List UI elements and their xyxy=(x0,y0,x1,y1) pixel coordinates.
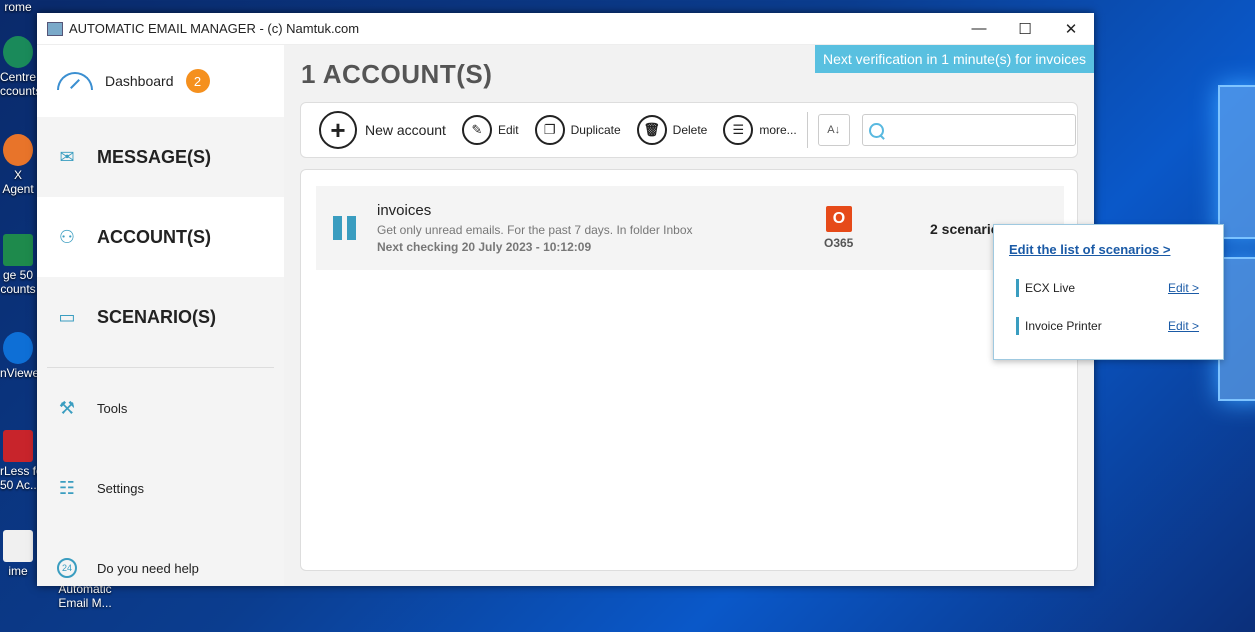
copy-icon: ❐ xyxy=(534,115,565,145)
scenario-edit-link[interactable]: Edit > xyxy=(1168,319,1199,333)
users-icon: ⚇ xyxy=(58,226,76,247)
toolbar-divider xyxy=(806,112,808,148)
account-description: Get only unread emails. For the past 7 d… xyxy=(377,223,693,237)
sidebar-item-tools[interactable]: ⚒ Tools xyxy=(37,368,284,448)
main-panel: Next verification in 1 minute(s) for inv… xyxy=(284,45,1094,586)
window-title: AUTOMATIC EMAIL MANAGER - (c) Namtuk.com xyxy=(69,21,360,36)
envelope-icon: ✉ xyxy=(59,146,75,167)
edit-scenarios-link[interactable]: Edit the list of scenarios > xyxy=(1009,242,1170,257)
sidebar-item-messages[interactable]: ✉ MESSAGE(S) xyxy=(37,117,284,197)
app-window: AUTOMATIC EMAIL MANAGER - (c) Namtuk.com… xyxy=(37,13,1094,586)
teamviewer-icon xyxy=(3,332,33,364)
sort-az-icon[interactable]: A↓ xyxy=(817,114,850,146)
calculator-icon xyxy=(3,234,33,266)
pencil-icon: ✎ xyxy=(461,115,492,145)
desktop-icon-chrome[interactable]: rome xyxy=(0,0,36,14)
account-name: invoices xyxy=(377,202,432,219)
delete-label: Delete xyxy=(672,123,708,137)
accounts-list: invoices Get only unread emails. For the… xyxy=(300,169,1078,571)
delete-button[interactable]: 🗑 Delete xyxy=(636,115,708,145)
support-24-icon: 24 xyxy=(57,558,77,578)
agent-icon xyxy=(3,134,33,166)
toolbar: + New account ✎ Edit ❐ Duplicate 🗑 Delet… xyxy=(300,102,1078,158)
more-button[interactable]: ☰ more... xyxy=(723,115,797,145)
scenarios-popup: Edit the list of scenarios > ECX Live Ed… xyxy=(993,224,1224,360)
paperless-icon xyxy=(3,430,33,462)
tools-icon: ⚒ xyxy=(58,397,76,418)
gauge-icon xyxy=(57,72,93,90)
edit-button[interactable]: ✎ Edit xyxy=(461,115,519,145)
search-box[interactable] xyxy=(861,114,1076,146)
maximize-button[interactable]: ☐ xyxy=(1002,13,1048,44)
help-label: Do you need help xyxy=(97,560,199,576)
desktop-icon-label: ime xyxy=(8,564,28,578)
desktop-icon-agent[interactable]: X Agent xyxy=(0,134,36,196)
account-row[interactable]: invoices Get only unread emails. For the… xyxy=(316,186,1064,270)
desktop-icon-label: ge 50 counts xyxy=(0,268,36,296)
trash-icon: 🗑 xyxy=(636,115,667,145)
sidebar-item-scenarios[interactable]: ▭ SCENARIO(S) xyxy=(37,277,284,357)
search-input[interactable] xyxy=(893,121,1075,139)
sidebar-item-settings[interactable]: ☷ Settings xyxy=(37,448,284,528)
account-next-check: Next checking 20 July 2023 - 10:12:09 xyxy=(377,240,592,254)
duplicate-label: Duplicate xyxy=(570,123,621,137)
tools-label: Tools xyxy=(97,400,128,416)
desktop-icon-label: rome xyxy=(4,0,32,14)
sidebar-item-dashboard[interactable]: Dashboard 2 xyxy=(37,45,284,117)
messages-label: MESSAGE(S) xyxy=(97,146,212,167)
desktop-icon-paperless[interactable]: rLess fo 50 Ac... xyxy=(0,430,43,492)
settings-label: Settings xyxy=(97,480,144,496)
duplicate-button[interactable]: ❐ Duplicate xyxy=(534,115,621,145)
scenario-item: Invoice Printer xyxy=(1016,317,1102,335)
page-title: 1 ACCOUNT(S) xyxy=(301,59,493,89)
list-icon: ☰ xyxy=(723,115,754,145)
sidebar-item-accounts[interactable]: ⚇ ACCOUNT(S) xyxy=(37,197,284,277)
desktop-icon-excel[interactable]: ime xyxy=(0,530,36,578)
app-icon xyxy=(47,21,63,36)
dashboard-label: Dashboard xyxy=(105,73,174,89)
verification-banner: Next verification in 1 minute(s) for inv… xyxy=(815,45,1094,73)
notification-badge: 2 xyxy=(185,69,210,93)
edit-label: Edit xyxy=(497,123,519,137)
desktop-icon-accounts-centre[interactable]: Centre ccounts xyxy=(0,36,41,98)
title-bar[interactable]: AUTOMATIC EMAIL MANAGER - (c) Namtuk.com… xyxy=(37,13,1094,45)
new-account-label: New account xyxy=(365,122,446,138)
help-icon xyxy=(3,36,33,68)
desktop-icon-teamviewer[interactable]: nViewer xyxy=(0,332,43,380)
sidebar-item-help[interactable]: 24 Do you need help xyxy=(37,528,284,608)
desktop-icon-sage[interactable]: ge 50 counts xyxy=(0,234,36,296)
search-icon xyxy=(868,122,884,138)
minimize-button[interactable]: — xyxy=(956,13,1002,44)
office365-icon: O xyxy=(826,206,852,232)
desktop-icon-label: Centre ccounts xyxy=(0,70,42,98)
spreadsheet-icon xyxy=(3,530,33,562)
sidebar: Dashboard 2 ✉ MESSAGE(S) ⚇ ACCOUNT(S) ▭ … xyxy=(37,45,284,586)
scenario-edit-link[interactable]: Edit > xyxy=(1168,281,1199,295)
scenarios-label: SCENARIO(S) xyxy=(97,306,217,327)
provider-label: O365 xyxy=(824,236,854,250)
accounts-label: ACCOUNT(S) xyxy=(97,226,211,247)
scenario-item: ECX Live xyxy=(1016,279,1075,297)
new-account-button[interactable]: + New account xyxy=(319,111,446,149)
desktop-icon-label: X Agent xyxy=(2,168,34,196)
pause-icon[interactable] xyxy=(333,216,357,240)
monitor-icon: ▭ xyxy=(58,306,76,327)
close-button[interactable]: ✕ xyxy=(1048,13,1094,44)
sliders-icon: ☷ xyxy=(58,477,76,498)
more-label: more... xyxy=(759,123,797,137)
plus-icon: + xyxy=(319,111,357,149)
